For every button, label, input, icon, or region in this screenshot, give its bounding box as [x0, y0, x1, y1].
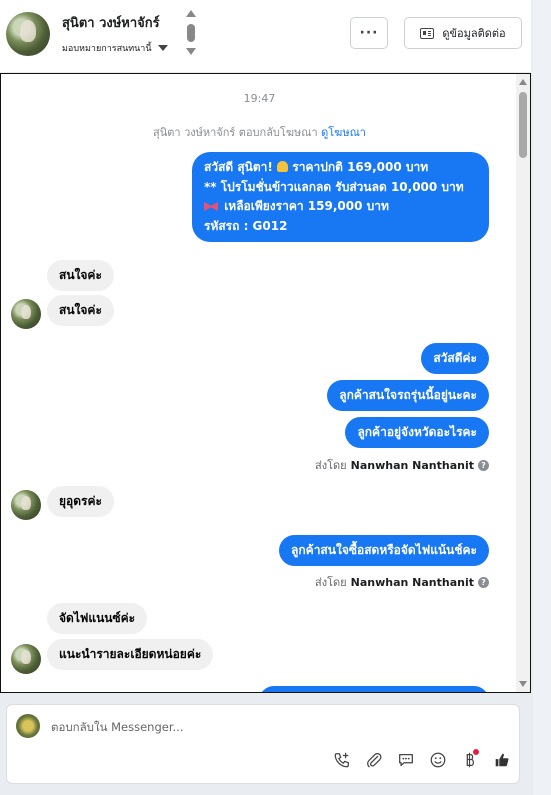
composer-toolbar — [331, 749, 512, 770]
attachment-icon[interactable] — [363, 749, 384, 770]
outgoing-message: สวัสดีค่ะ — [421, 343, 489, 374]
help-icon[interactable]: ? — [478, 459, 489, 471]
contact-avatar-small — [11, 490, 41, 520]
window-edge — [533, 0, 551, 795]
message-timestamp: 19:47 — [243, 92, 276, 105]
outgoing-message: ลูกค้าอยู่จังหวัดอะไรคะ — [345, 417, 489, 448]
outgoing-message: ลูกค้าสนใจรถรุ่นนี้อยู่นะคะ — [327, 380, 489, 411]
sent-by-label: ส่งโดย Nanwhan Nanthanit ? — [315, 456, 489, 474]
conversation-navigator[interactable] — [186, 10, 196, 56]
outgoing-message-partial — [259, 686, 489, 692]
incoming-message: ยุอุดรค่ะ — [47, 486, 114, 517]
caret-down-icon — [157, 45, 168, 51]
like-icon[interactable] — [491, 749, 512, 770]
payment-icon[interactable] — [459, 749, 480, 770]
view-ad-link[interactable]: ดูโฆษณา — [321, 126, 366, 139]
help-icon[interactable]: ? — [478, 576, 489, 588]
scroll-up-icon[interactable] — [519, 79, 527, 85]
view-contact-info-button[interactable]: ดูข้อมูลติดต่อ — [404, 17, 522, 49]
conversation-header: สุนิตา วงษ์หาจักร์ มอบหมายการสนทนานี้ ··… — [0, 0, 531, 72]
assign-label: มอบหมายการสนทนานี้ — [62, 44, 152, 54]
previous-conversation-icon[interactable] — [186, 10, 196, 17]
contact-avatar-small — [11, 299, 41, 329]
page-avatar — [16, 714, 40, 738]
contact-name[interactable]: สุนิตา วงษ์หาจักร์ — [62, 12, 160, 33]
incoming-message: สนใจค่ะ — [47, 260, 114, 291]
ribbon-emoji-icon — [204, 202, 218, 211]
contact-avatar[interactable] — [6, 12, 50, 56]
view-contact-label: ดูข้อมูลติดต่อ — [442, 27, 506, 40]
ad-reply-note: สุนิตา วงษ์หาจักร์ ตอบกลับโฆษณา ดูโฆษณา — [153, 126, 366, 139]
call-add-icon[interactable] — [331, 749, 352, 770]
incoming-message: สนใจค่ะ — [47, 295, 114, 326]
emoji-icon[interactable] — [427, 749, 448, 770]
assign-conversation-dropdown[interactable]: มอบหมายการสนทนานี้ — [62, 41, 168, 55]
incoming-message: จัดไฟแนนซ์ค่ะ — [47, 603, 148, 634]
scroll-thumb[interactable] — [519, 92, 527, 158]
contact-avatar-small — [11, 644, 41, 674]
bell-emoji-icon — [277, 161, 289, 172]
contact-card-icon — [420, 27, 435, 39]
more-options-button[interactable]: ··· — [350, 17, 388, 49]
scroll-down-icon[interactable] — [519, 681, 527, 687]
outgoing-message: ลูกค้าสนใจซื้อสดหรือจัดไฟแน้นช์คะ — [279, 535, 489, 566]
reply-input[interactable]: ตอบกลับใน Messenger... — [51, 719, 183, 737]
navigator-handle — [187, 24, 195, 42]
ad-message-bubble: สวัสดี สุนิตา! ราคาปกติ 169,000 บาท ** โ… — [192, 152, 489, 242]
saved-reply-icon[interactable] — [395, 749, 416, 770]
notification-dot — [473, 749, 479, 755]
thread-scrollbar[interactable] — [516, 74, 530, 692]
message-thread[interactable]: 19:47 สุนิตา วงษ์หาจักร์ ตอบกลับโฆษณา ดู… — [0, 73, 531, 693]
message-composer[interactable]: ตอบกลับใน Messenger... — [6, 704, 520, 784]
next-conversation-icon[interactable] — [186, 48, 196, 55]
incoming-message: แนะนำรายละเอียดหน่อยค่ะ — [47, 639, 214, 670]
sent-by-label: ส่งโดย Nanwhan Nanthanit ? — [315, 573, 489, 591]
